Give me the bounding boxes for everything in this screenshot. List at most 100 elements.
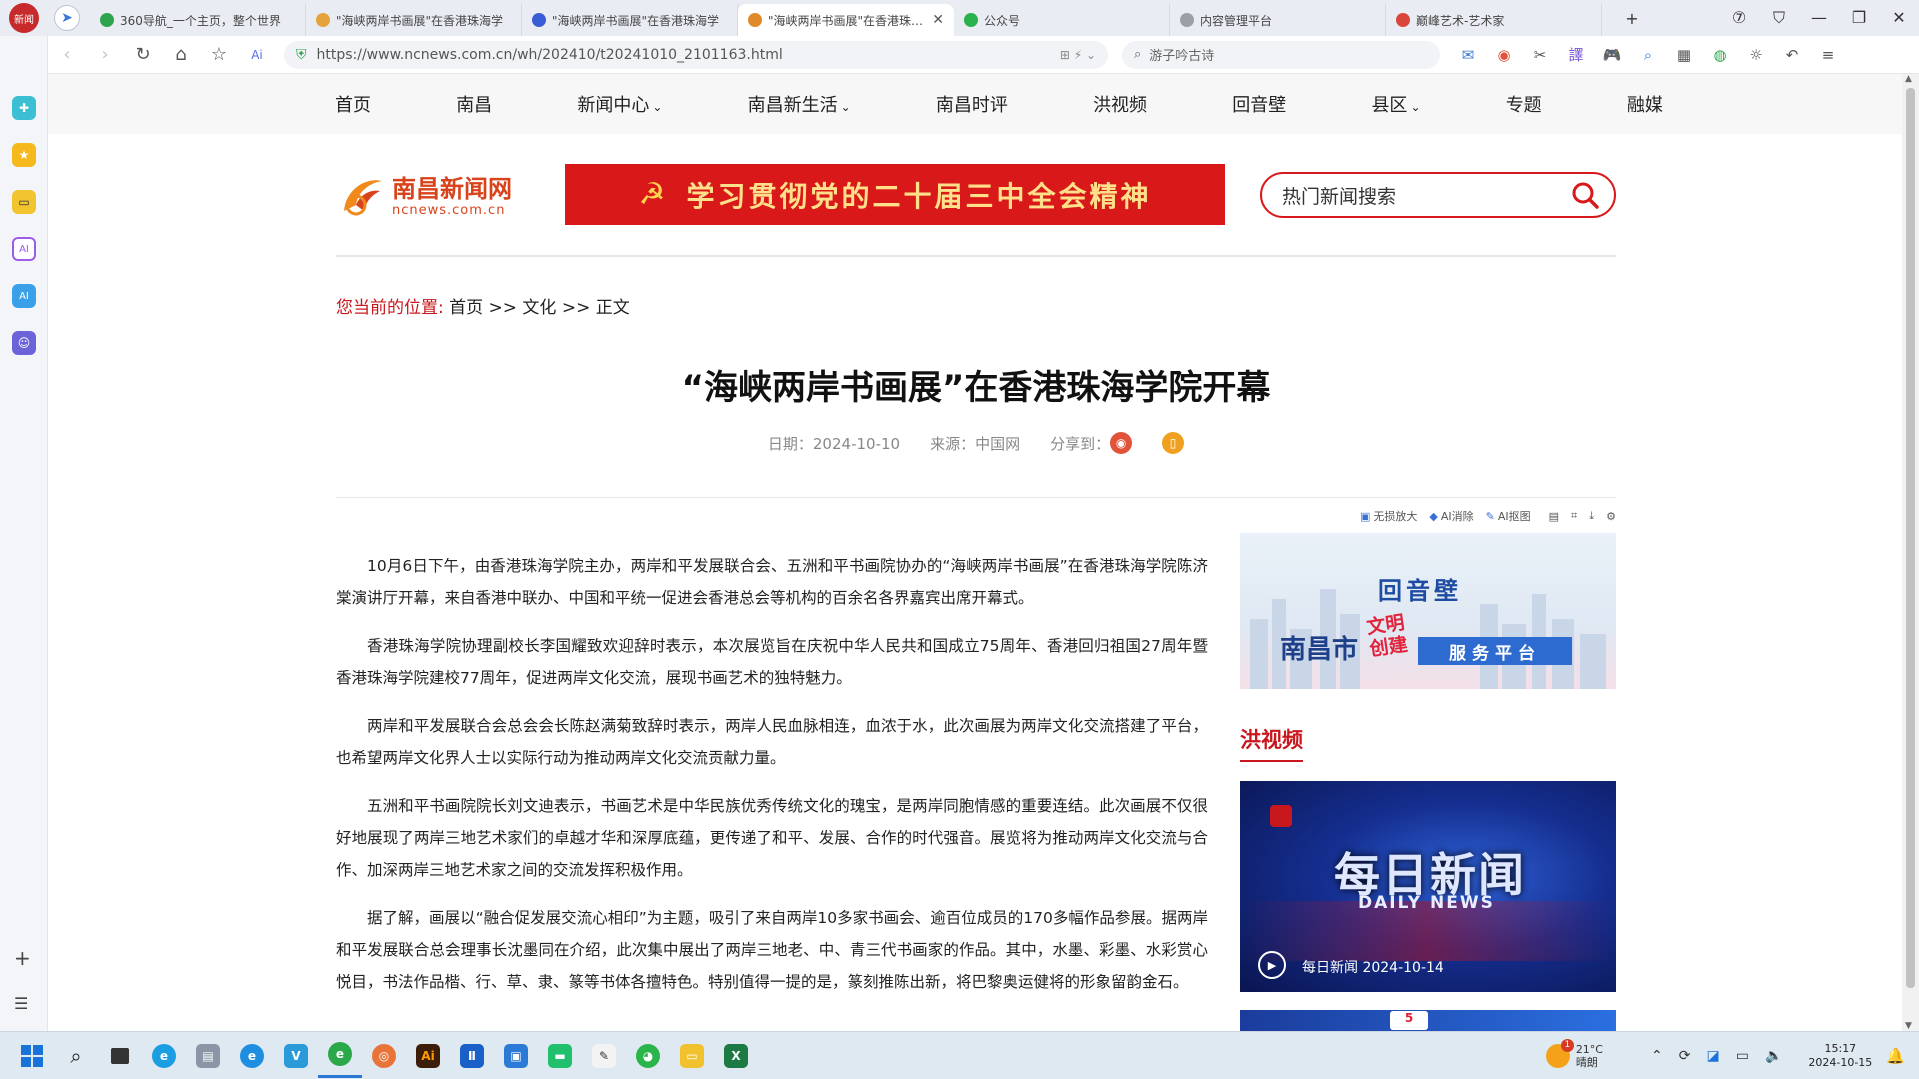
mail-icon[interactable]: ✉ bbox=[1450, 46, 1486, 64]
sidebar-favorites-icon[interactable]: ★ bbox=[12, 143, 36, 167]
brightness-icon[interactable]: ☼ bbox=[1738, 46, 1774, 64]
weather-widget[interactable]: 1 21°C 晴朗 bbox=[1545, 1038, 1603, 1069]
chrome-like-icon[interactable]: ◎ bbox=[362, 1034, 406, 1078]
play-icon[interactable]: ▶ bbox=[1258, 951, 1286, 979]
browser-tab[interactable]: 360导航_一个主页，整个世界 bbox=[90, 4, 306, 36]
tray-sync-icon[interactable]: ⟳ bbox=[1679, 1048, 1691, 1064]
browser-tab[interactable]: 内容管理平台 bbox=[1170, 4, 1386, 36]
file-manager-icon[interactable]: ▤ bbox=[186, 1034, 230, 1078]
close-window-button[interactable]: ✕ bbox=[1879, 8, 1919, 28]
second-video-thumbnail[interactable]: 5 bbox=[1240, 1010, 1616, 1031]
sidebar-ai-icon[interactable]: AI bbox=[12, 237, 36, 261]
ai-erase-tool[interactable]: ◆ AI消除 bbox=[1429, 508, 1473, 524]
vscode-like-icon[interactable]: V bbox=[274, 1034, 318, 1078]
green-app-icon[interactable]: ▬ bbox=[538, 1034, 582, 1078]
undo-icon[interactable]: ↶ bbox=[1774, 46, 1810, 64]
sidebar-chat-icon[interactable]: ▭ bbox=[12, 190, 36, 214]
edge-browser-icon[interactable]: e bbox=[142, 1034, 186, 1078]
forward-button[interactable]: › bbox=[86, 44, 124, 65]
network-icon[interactable]: ▭ bbox=[1736, 1048, 1749, 1064]
browser-profile[interactable]: 新闻 bbox=[0, 0, 48, 36]
site-search-input[interactable]: 热门新闻搜索 bbox=[1260, 172, 1616, 218]
home-button[interactable]: ⌂ bbox=[162, 44, 200, 65]
profile-avatar-icon[interactable]: 新闻 bbox=[9, 3, 39, 33]
sidebar-ai-blue-icon[interactable]: AI bbox=[12, 284, 36, 308]
tencent-app-icon[interactable]: Ⅱ bbox=[450, 1034, 494, 1078]
bookmark-star-button[interactable]: ☆ bbox=[200, 44, 238, 65]
window-app-icon[interactable]: ▣ bbox=[494, 1034, 538, 1078]
scroll-down-icon[interactable]: ▼ bbox=[1905, 1021, 1912, 1031]
taskbar-clock[interactable]: 15:17 2024-10-15 bbox=[1808, 1042, 1872, 1070]
illustrator-icon[interactable]: Ai bbox=[406, 1034, 450, 1078]
mobile-share-icon[interactable]: ▯ bbox=[1162, 432, 1185, 454]
scroll-up-icon[interactable]: ▲ bbox=[1905, 74, 1912, 84]
tab-close-icon[interactable]: ✕ bbox=[932, 12, 944, 28]
360-browser-icon[interactable]: e bbox=[318, 1034, 362, 1078]
site-nav-item[interactable]: 南昌 bbox=[456, 91, 492, 117]
browser-tab[interactable]: "海峡两岸书画展"在香港珠海学 bbox=[522, 4, 738, 36]
pin-icon[interactable]: ⛉ bbox=[1759, 8, 1799, 28]
translate-icon[interactable]: 譯 bbox=[1558, 44, 1594, 65]
weibo-share-icon[interactable]: ◉ bbox=[1110, 432, 1133, 454]
weibo-icon[interactable]: ◉ bbox=[1486, 46, 1522, 64]
volume-icon[interactable]: 🔈 bbox=[1765, 1048, 1782, 1064]
tray-app-icon[interactable]: ◪ bbox=[1706, 1048, 1719, 1064]
browser-tab[interactable]: "海峡两岸书画展"在香港珠海学 bbox=[306, 4, 522, 36]
ai-cutout-tool[interactable]: ✎ AI抠图 bbox=[1486, 508, 1531, 524]
party-banner[interactable]: ☭ 学习贯彻党的二十届三中全会精神 bbox=[565, 164, 1225, 225]
tray-overflow-icon[interactable]: ⌃ bbox=[1651, 1048, 1663, 1064]
video-caption[interactable]: 每日新闻 2024-10-14 bbox=[1302, 957, 1444, 977]
site-nav-item[interactable]: 专题 bbox=[1506, 91, 1542, 117]
site-nav-item[interactable]: 融媒 bbox=[1627, 91, 1663, 117]
settings-icon[interactable]: ⚙ bbox=[1606, 510, 1616, 523]
start-button[interactable] bbox=[10, 1034, 54, 1078]
site-logo[interactable]: 南昌新闻网 ncnews.com.cn bbox=[336, 168, 536, 224]
ie-browser-icon[interactable]: e bbox=[230, 1034, 274, 1078]
sidebar-add-icon[interactable]: + bbox=[14, 946, 31, 970]
url-actions[interactable]: ⊞ ⚡ ⌄ bbox=[1060, 48, 1096, 62]
search-icon[interactable] bbox=[1570, 180, 1600, 210]
site-nav-item[interactable]: 南昌时评 bbox=[936, 91, 1008, 117]
scissors-icon[interactable]: ✂ bbox=[1522, 46, 1558, 64]
site-nav-item[interactable]: 首页 bbox=[335, 91, 371, 117]
browser-tab[interactable]: 巅峰艺术-艺术家 bbox=[1386, 4, 1602, 36]
pen-app-icon[interactable]: ✎ bbox=[582, 1034, 626, 1078]
browser-tab[interactable]: "海峡两岸书画展"在香港珠海学 ✕ bbox=[738, 4, 954, 36]
ai-assistant-icon[interactable]: Ai bbox=[238, 48, 276, 62]
scrollbar-thumb[interactable] bbox=[1906, 88, 1915, 988]
browser-search-value[interactable]: 游子吟古诗 bbox=[1149, 45, 1214, 64]
site-nav-item[interactable]: 新闻中心 ⌄ bbox=[577, 91, 662, 117]
browser-tab[interactable]: 公众号 bbox=[954, 4, 1170, 36]
site-nav-item[interactable]: 南昌新生活 ⌄ bbox=[748, 91, 851, 117]
address-bar[interactable]: ⛨ https://www.ncnews.com.cn/wh/202410/t2… bbox=[284, 40, 1108, 69]
image-edit-icon[interactable]: ▤ bbox=[1549, 510, 1559, 523]
sidebar-plus-app-icon[interactable]: ✚ bbox=[12, 96, 36, 120]
menu-icon[interactable]: ≡ bbox=[1810, 46, 1846, 64]
sidebar-list-icon[interactable]: ☰ bbox=[14, 994, 28, 1013]
apps-grid-icon[interactable]: ▦ bbox=[1666, 46, 1702, 64]
colorful-extension-icon[interactable]: ◍ bbox=[1702, 46, 1738, 64]
find-icon[interactable]: ⌕ bbox=[1630, 46, 1666, 64]
notification-bell-icon[interactable]: 🔔 bbox=[1886, 1047, 1905, 1065]
save-image-icon[interactable]: ⤓ bbox=[1589, 509, 1594, 523]
navigation-arrow-icon[interactable]: ➤ bbox=[54, 5, 80, 31]
restore-button[interactable]: ❐ bbox=[1839, 8, 1879, 28]
lossless-zoom-tool[interactable]: ▣ 无损放大 bbox=[1360, 508, 1417, 524]
reload-button[interactable]: ↻ bbox=[124, 44, 162, 65]
site-nav-item[interactable]: 县区 ⌄ bbox=[1371, 91, 1420, 117]
folder-icon[interactable]: ▭ bbox=[670, 1034, 714, 1078]
breadcrumb-path[interactable]: 首页 >> 文化 >> 正文 bbox=[444, 298, 630, 318]
excel-icon[interactable]: X bbox=[714, 1034, 758, 1078]
task-view-icon[interactable] bbox=[98, 1034, 142, 1078]
taskbar-search-icon[interactable]: ⌕ bbox=[54, 1034, 98, 1078]
minimize-button[interactable]: — bbox=[1799, 8, 1839, 28]
page-scrollbar[interactable]: ▲ ▼ bbox=[1902, 74, 1919, 1031]
game-icon[interactable]: 🎮 bbox=[1594, 46, 1630, 64]
hong-video-section-title[interactable]: 洪视频 bbox=[1240, 724, 1303, 762]
daily-news-video[interactable]: 每日新闻 DAILY NEWS ▶ 每日新闻 2024-10-14 bbox=[1240, 781, 1616, 992]
sidebar-bot-icon[interactable]: ☺ bbox=[12, 331, 36, 355]
wechat-icon[interactable]: ◕ bbox=[626, 1034, 670, 1078]
browser-search-box[interactable]: ⌕ 游子吟古诗 bbox=[1122, 40, 1440, 69]
site-nav-item[interactable]: 洪视频 bbox=[1093, 91, 1147, 117]
help-icon[interactable]: ⑦ bbox=[1719, 8, 1759, 28]
